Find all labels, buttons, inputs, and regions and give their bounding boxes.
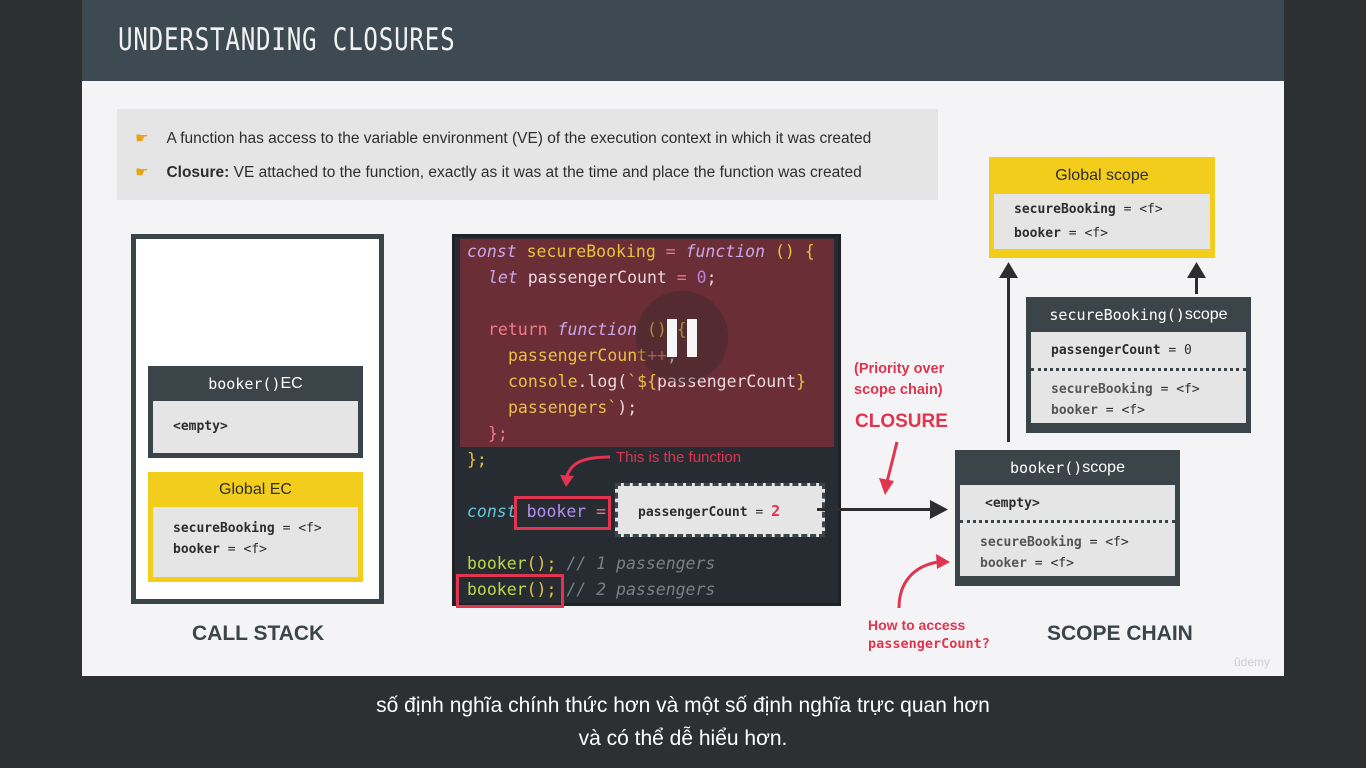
scope-arrow-line: [1007, 274, 1010, 442]
pointing-hand-icon: ☚: [135, 130, 149, 147]
arrow-down-icon: [879, 441, 899, 495]
scope-chain-label: SCOPE CHAIN: [1047, 622, 1193, 645]
subtitle-line: và có thể dễ hiểu hơn.: [578, 727, 788, 750]
closure-variable-box: passengerCount = 2: [615, 483, 825, 537]
arrow-right-icon: [930, 500, 948, 519]
pause-button[interactable]: [636, 291, 728, 383]
annotation-text: This is the function: [616, 449, 742, 466]
global-scope: Global scope secureBooking = <f> booker …: [989, 157, 1215, 258]
bullet-item: ☚ Closure: VE attached to the function, e…: [135, 164, 862, 181]
secure-booking-scope: secureBooking() scope passengerCount = 0…: [1026, 297, 1251, 433]
booker-highlight-box: [514, 496, 611, 530]
arrow-line: [817, 508, 937, 511]
arrow-up-icon: [999, 262, 1018, 278]
pause-icon: [667, 319, 677, 357]
code-block: const secureBooking = function () { let …: [452, 234, 841, 608]
call-stack-label: CALL STACK: [192, 622, 325, 645]
global-ec: Global EC secureBooking = <f> booker = <…: [148, 472, 363, 582]
subtitle-line: số định nghĩa chính thức hơn và một số đ…: [376, 694, 990, 717]
slide-title: UNDERSTANDING CLOSURES: [118, 22, 456, 58]
call-stack: booker() EC <empty> Global EC secureBook…: [131, 234, 384, 604]
curved-arrow-icon: [897, 554, 950, 609]
empty-value: <empty>: [173, 419, 228, 434]
booker-call-highlight-box: [456, 574, 564, 608]
bullet-list: ☚ A function has access to the variable e…: [117, 109, 938, 200]
bullet-item: ☚ A function has access to the variable e…: [135, 130, 872, 147]
booker-scope: booker() scope <empty> secureBooking = <…: [955, 450, 1180, 586]
pointing-hand-icon: ☚: [135, 164, 149, 181]
arrow-up-icon: [1187, 262, 1206, 278]
question-text: How to access passengerCount?: [868, 617, 990, 652]
booker-ec: booker() EC <empty>: [148, 366, 363, 458]
slide: UNDERSTANDING CLOSURES ☚ A function has a…: [82, 0, 1284, 676]
udemy-watermark: ûdemy: [1234, 655, 1271, 669]
slide-header: UNDERSTANDING CLOSURES: [82, 0, 1284, 81]
closure-title: CLOSURE: [855, 411, 948, 432]
closure-note: (Priority over scope chain): [854, 361, 945, 398]
subtitle-area: số định nghĩa chính thức hơn và một số đ…: [0, 689, 1366, 755]
bullet-prefix: Closure:: [166, 164, 230, 181]
scope-arrow-line: [1195, 276, 1198, 294]
